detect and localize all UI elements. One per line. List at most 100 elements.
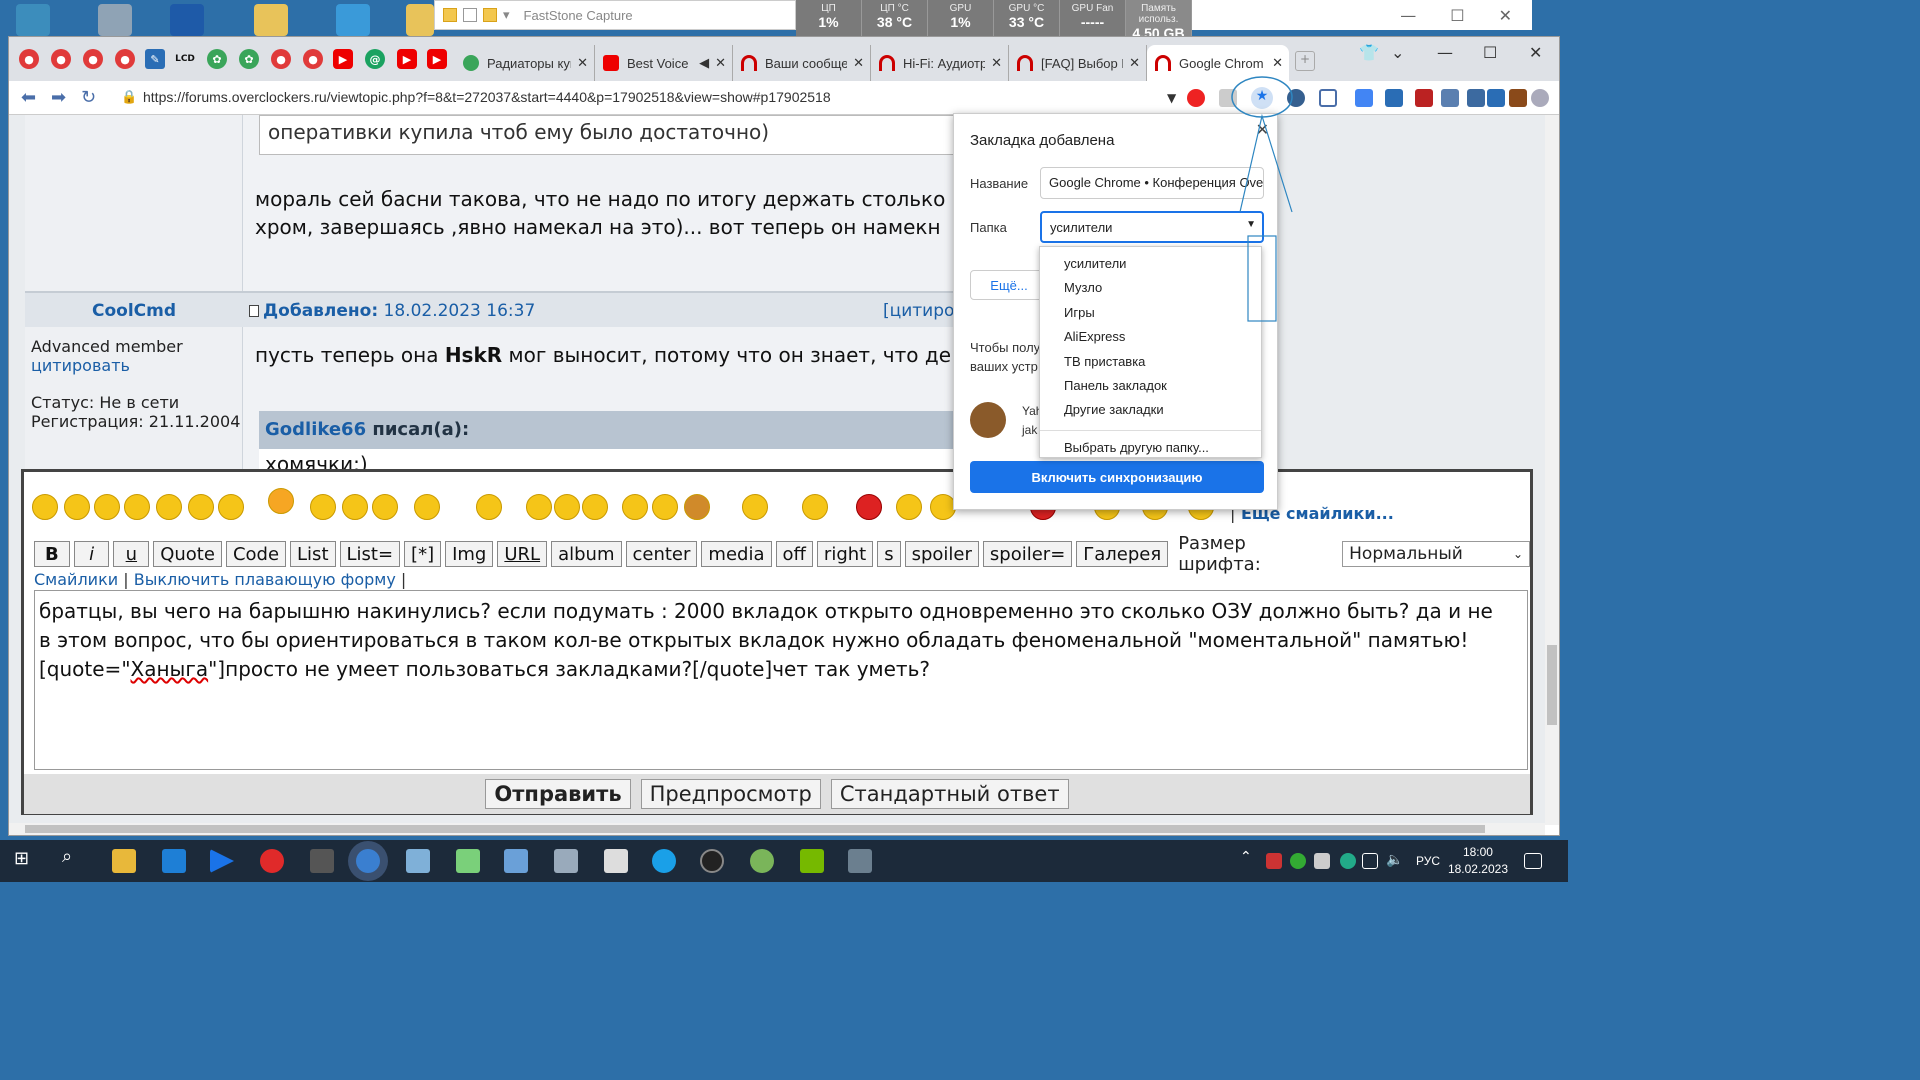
folder-option[interactable]: Другие закладки (1040, 397, 1261, 421)
smiley-icon[interactable] (802, 494, 828, 520)
close-tab-icon[interactable]: ✕ (715, 55, 726, 71)
folder-select[interactable]: усилители ▼ (1040, 211, 1264, 243)
list-item-button[interactable]: [*] (404, 541, 442, 567)
reload-icon[interactable]: ↻ (81, 87, 96, 108)
underline-button[interactable]: u (113, 541, 150, 567)
dropdown-icon[interactable]: ▼ (1167, 91, 1176, 105)
img-button[interactable]: Img (445, 541, 494, 567)
pinned-tab-icon[interactable]: ✿ (239, 49, 259, 69)
opera-icon[interactable] (260, 849, 284, 873)
app-icon[interactable] (700, 849, 724, 873)
minimize-icon[interactable]: — (1437, 43, 1453, 62)
smiley-icon[interactable] (94, 494, 120, 520)
pinned-tab-icon[interactable]: ● (303, 49, 323, 69)
youtube-icon[interactable]: ▶ (427, 49, 447, 69)
maximize-icon[interactable]: ☐ (1450, 6, 1464, 25)
tray-shield-icon[interactable] (1340, 853, 1356, 869)
close-tab-icon[interactable]: ✕ (1272, 55, 1283, 71)
folder-option[interactable]: Музло (1040, 275, 1261, 299)
bold-button[interactable]: B (34, 541, 70, 567)
tshirt-icon[interactable]: 👕 (1359, 43, 1379, 62)
smiley-icon[interactable] (342, 494, 368, 520)
skype-icon[interactable] (652, 849, 676, 873)
speaker-icon[interactable]: ◀ (699, 55, 709, 71)
enable-sync-button[interactable]: Включить синхронизацию (970, 461, 1264, 493)
youtube-icon[interactable]: ▶ (333, 49, 353, 69)
choose-other-folder-option[interactable]: Выбрать другую папку... (1040, 429, 1261, 460)
tab-faq[interactable]: [FAQ] Выбор H ✕ (1009, 45, 1147, 81)
youtube-icon[interactable]: ▶ (397, 49, 417, 69)
smiley-icon[interactable] (188, 494, 214, 520)
smiley-icon[interactable] (684, 494, 710, 520)
standard-reply-button[interactable]: Стандартный ответ (830, 779, 1069, 809)
tray-app-icon[interactable] (1314, 853, 1330, 869)
close-icon[interactable]: ✕ (1529, 43, 1542, 62)
horizontal-scrollbar[interactable] (9, 823, 1545, 835)
close-tab-icon[interactable]: ✕ (1129, 55, 1140, 71)
close-icon[interactable]: ✕ (1256, 120, 1269, 140)
smiley-icon[interactable] (414, 494, 440, 520)
clock[interactable]: 18:00 18.02.2023 (1448, 844, 1508, 878)
extension-icon[interactable] (1467, 89, 1485, 107)
smiley-icon[interactable] (526, 494, 552, 520)
download-icon[interactable] (1487, 89, 1505, 107)
app-icon[interactable] (406, 849, 430, 873)
maximize-icon[interactable]: ☐ (1483, 43, 1497, 62)
preview-button[interactable]: Предпросмотр (640, 779, 821, 809)
bookmark-star-icon[interactable]: ★ (1251, 87, 1273, 109)
tab-messages[interactable]: Ваши сообще ✕ (733, 45, 871, 81)
smiley-icon[interactable] (582, 494, 608, 520)
windows-start-icon[interactable]: ⊞ (14, 848, 38, 872)
close-icon[interactable]: ✕ (1499, 6, 1512, 25)
vertical-scrollbar[interactable] (1545, 115, 1559, 825)
browser-icon[interactable] (356, 849, 380, 873)
close-tab-icon[interactable]: ✕ (991, 55, 1002, 71)
folder-option[interactable]: Игры (1040, 300, 1261, 324)
pinned-tab-icon[interactable]: ● (115, 49, 135, 69)
desktop-folder-icon[interactable] (254, 4, 288, 36)
code-button[interactable]: Code (225, 541, 287, 567)
smiley-icon[interactable] (856, 494, 882, 520)
bookmark-name-input[interactable]: Google Chrome • Конференция Overclockers (1040, 167, 1264, 199)
desktop-app-icon[interactable] (336, 4, 370, 36)
italic-button[interactable]: i (73, 541, 110, 567)
network-icon[interactable] (1362, 853, 1378, 869)
search-icon[interactable]: ⌕ (62, 846, 86, 870)
smiley-icon[interactable] (554, 494, 580, 520)
xbox-icon[interactable] (750, 849, 774, 873)
calculator-icon[interactable] (604, 849, 628, 873)
pinned-tab-icon[interactable]: ✿ (207, 49, 227, 69)
extension-icon[interactable] (1509, 89, 1527, 107)
smiley-icon[interactable] (156, 494, 182, 520)
store-icon[interactable] (162, 849, 186, 873)
tray-chevron-icon[interactable]: ⌃ (1240, 849, 1264, 873)
pinned-tab-lcd-icon[interactable]: LCD (175, 49, 195, 69)
disable-floating-form-link[interactable]: Выключить плавающую форму (134, 570, 396, 589)
list-numbered-button[interactable]: List= (339, 541, 401, 567)
quote-button[interactable]: Quote (153, 541, 222, 567)
extension-icon[interactable] (1385, 89, 1403, 107)
dropdown-icon[interactable]: ▾ (503, 7, 510, 23)
smiley-icon[interactable] (310, 494, 336, 520)
desktop-folder-icon[interactable] (406, 4, 434, 36)
gallery-button[interactable]: Галерея (1076, 541, 1169, 567)
pinned-tab-icon[interactable]: @ (365, 49, 385, 69)
tab-radiators[interactable]: Радиаторы куп ✕ (455, 45, 595, 81)
tray-app-icon[interactable] (1290, 853, 1306, 869)
scrollbar-thumb[interactable] (1547, 645, 1557, 725)
folder-option[interactable]: Панель закладок (1040, 373, 1261, 397)
pinned-tab-icon[interactable]: ● (83, 49, 103, 69)
new-tab-icon[interactable]: + (1295, 51, 1315, 71)
smiles-link[interactable]: Смайлики (34, 570, 118, 589)
media-button[interactable]: media (701, 541, 772, 567)
pinned-tab-icon[interactable]: ✎ (145, 49, 165, 69)
post2-author[interactable]: CoolCmd (25, 301, 243, 321)
smiley-icon[interactable] (652, 494, 678, 520)
folder-icon[interactable] (443, 8, 457, 22)
smiley-icon[interactable] (622, 494, 648, 520)
spoiler-button[interactable]: spoiler (904, 541, 979, 567)
extension-icon[interactable] (1287, 89, 1305, 107)
spoiler-named-button[interactable]: spoiler= (982, 541, 1073, 567)
translate-icon[interactable] (1355, 89, 1373, 107)
checkbox-icon[interactable] (463, 8, 477, 22)
